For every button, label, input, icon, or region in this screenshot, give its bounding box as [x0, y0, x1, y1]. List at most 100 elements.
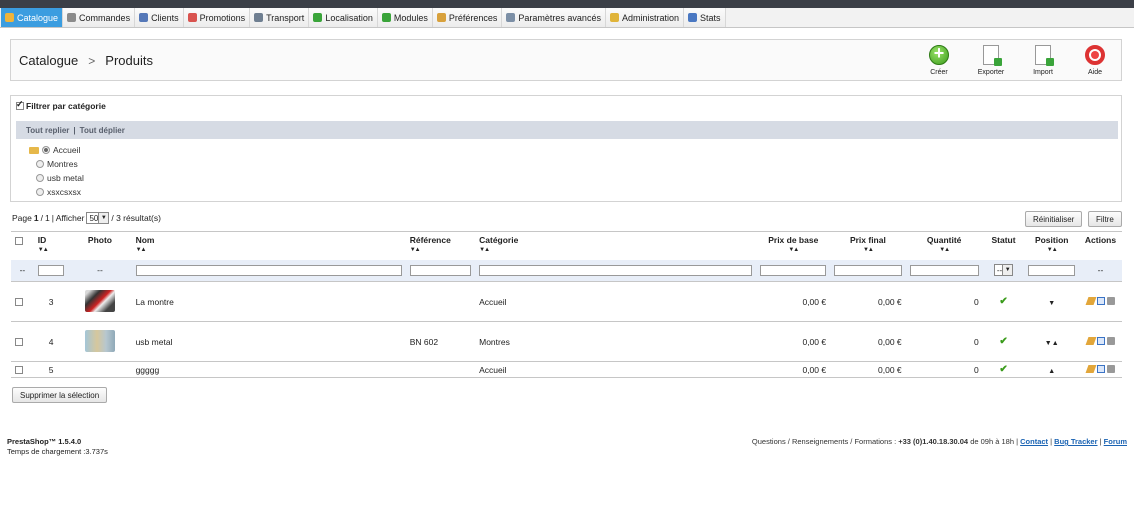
sort-arrows-icon[interactable]: ▼▲	[410, 247, 471, 253]
category-radio[interactable]	[36, 160, 44, 168]
category-radio[interactable]	[36, 174, 44, 182]
import-button[interactable]: Import	[1027, 45, 1059, 76]
menu-tab-pr-f-rences[interactable]: Préférences	[432, 8, 503, 27]
page-label: Page	[12, 213, 32, 223]
duplicate-icon[interactable]	[1096, 296, 1105, 305]
help-label: Aide	[1087, 69, 1102, 76]
status-enabled-icon[interactable]: ✔	[999, 296, 1007, 307]
delete-icon[interactable]	[1106, 296, 1115, 305]
category-filter-input[interactable]	[479, 264, 753, 276]
id-filter-input[interactable]	[37, 264, 65, 276]
sort-arrows-icon[interactable]: ▼▲	[136, 247, 402, 253]
table-row[interactable]: 5 ggggg Accueil 0,00 € 0,00 € 0 ✔ ▲	[11, 361, 1122, 378]
reference-filter-input[interactable]	[409, 264, 472, 276]
sort-arrows-icon[interactable]: ▼▲	[834, 247, 902, 253]
load-time-text: Temps de chargement :3.737s	[7, 447, 108, 456]
edit-icon[interactable]	[1085, 336, 1096, 345]
product-thumbnail[interactable]	[84, 289, 115, 312]
folder-open-icon	[29, 146, 39, 154]
menu-tab-label: Administration	[621, 12, 679, 23]
duplicate-icon[interactable]	[1096, 336, 1105, 345]
select-all-checkbox[interactable]	[15, 236, 23, 245]
menu-tab-administration[interactable]: Administration	[605, 8, 684, 27]
category-radio-selected[interactable]	[42, 146, 50, 154]
category-filter-toggle[interactable]: Filtrer par catégorie	[16, 99, 106, 111]
position-arrows-icon[interactable]: ▼	[1048, 300, 1055, 307]
position-arrows-icon[interactable]: ▼▲	[1045, 340, 1059, 347]
contact-link[interactable]: Contact	[1020, 437, 1048, 446]
delete-icon[interactable]	[1106, 364, 1115, 373]
table-row[interactable]: 4 usb metal BN 602 Montres 0,00 € 0,00 € 0 ✔ ▼▲	[11, 321, 1122, 362]
bulk-delete-button[interactable]: Supprimer la sélection	[12, 387, 108, 403]
menu-tab-catalogue[interactable]: Catalogue	[1, 8, 64, 27]
row-checkbox[interactable]	[15, 338, 23, 347]
filter-button[interactable]: Filtre	[1088, 211, 1122, 227]
delete-icon[interactable]	[1106, 336, 1115, 345]
create-button[interactable]: Créer	[923, 43, 955, 76]
duplicate-icon[interactable]	[1096, 364, 1105, 373]
sort-arrows-icon[interactable]: ▼▲	[760, 247, 826, 253]
menu-tab-promotions[interactable]: Promotions	[183, 8, 251, 27]
key-icon	[609, 13, 619, 22]
col-quantity-label: Quantité	[926, 235, 962, 245]
position-filter-input[interactable]	[1028, 264, 1076, 276]
collapse-all-link[interactable]: Tout replier	[26, 126, 69, 135]
tree-node-label: Accueil	[53, 145, 81, 155]
menu-tab-transport[interactable]: Transport	[250, 8, 310, 27]
cell-reference	[406, 282, 475, 322]
edit-icon[interactable]	[1085, 296, 1096, 305]
globe-icon	[313, 13, 323, 22]
menu-tab-modules[interactable]: Modules	[377, 8, 433, 27]
col-base-price-label: Prix de base	[768, 235, 819, 245]
cell-name: usb metal	[135, 336, 173, 347]
reset-button[interactable]: Réinitialiser	[1025, 211, 1083, 227]
row-checkbox[interactable]	[15, 366, 23, 375]
tree-node-child[interactable]: Montres	[23, 157, 84, 171]
final-price-filter-input[interactable]	[834, 264, 902, 276]
results-count: / 3 résultat(s)	[111, 213, 161, 223]
base-price-filter-input[interactable]	[760, 264, 827, 276]
breadcrumb-section[interactable]: Catalogue	[19, 53, 78, 68]
menu-tab-localisation[interactable]: Localisation	[309, 8, 378, 27]
export-label: Exporter	[977, 69, 1005, 76]
sort-arrows-icon[interactable]: ▼▲	[38, 247, 65, 253]
bug-tracker-link[interactable]: Bug Tracker	[1054, 437, 1097, 446]
menu-tab-label: Clients	[151, 12, 179, 23]
status-filter-select[interactable]: -- ▼	[993, 264, 1014, 277]
position-arrows-icon[interactable]: ▲	[1048, 368, 1055, 375]
forum-link[interactable]: Forum	[1104, 437, 1127, 446]
footer-info: PrestaShop™ 1.5.4.0 Temps de chargement …	[7, 437, 108, 457]
menu-tab-commandes[interactable]: Commandes	[63, 8, 136, 27]
tree-node-child[interactable]: usb metal	[23, 171, 84, 185]
status-enabled-icon[interactable]: ✔	[999, 336, 1007, 347]
edit-icon[interactable]	[1085, 364, 1096, 373]
per-page-select[interactable]: 50 ▼	[86, 212, 110, 224]
cell-category: Accueil	[479, 364, 507, 375]
product-thumbnail[interactable]	[84, 329, 115, 352]
add-icon	[929, 43, 949, 65]
category-radio[interactable]	[36, 188, 44, 196]
help-button[interactable]: Aide	[1079, 45, 1111, 76]
tree-node-child[interactable]: xsxcsxsx	[23, 185, 84, 199]
status-enabled-icon[interactable]: ✔	[999, 364, 1007, 375]
expand-all-link[interactable]: Tout déplier	[80, 126, 125, 135]
cell-reference	[406, 362, 475, 378]
name-filter-input[interactable]	[135, 264, 402, 276]
filter-placeholder: --	[19, 265, 26, 276]
menu-tab-label: Paramètres avancés	[518, 12, 601, 23]
quantity-filter-input[interactable]	[909, 264, 979, 276]
category-filter-checkbox[interactable]	[16, 99, 24, 110]
menu-tab-clients[interactable]: Clients	[135, 8, 184, 27]
version-text: PrestaShop™ 1.5.4.0	[7, 437, 82, 446]
sort-arrows-icon[interactable]: ▼▲	[1028, 247, 1075, 253]
menu-tab-param-tres-avanc-s[interactable]: Paramètres avancés	[502, 8, 606, 27]
row-checkbox[interactable]	[15, 298, 23, 307]
menu-tab-stats[interactable]: Stats	[683, 8, 726, 27]
table-row[interactable]: 3 La montre Accueil 0,00 € 0,00 € 0 ✔ ▼	[11, 281, 1122, 322]
export-button[interactable]: Exporter	[975, 45, 1007, 76]
promotions-icon	[187, 13, 197, 22]
sort-arrows-icon[interactable]: ▼▲	[479, 247, 752, 253]
sort-arrows-icon[interactable]: ▼▲	[910, 247, 979, 253]
tree-node-root[interactable]: Accueil	[23, 143, 84, 157]
menu-tab-label: Modules	[393, 12, 428, 23]
